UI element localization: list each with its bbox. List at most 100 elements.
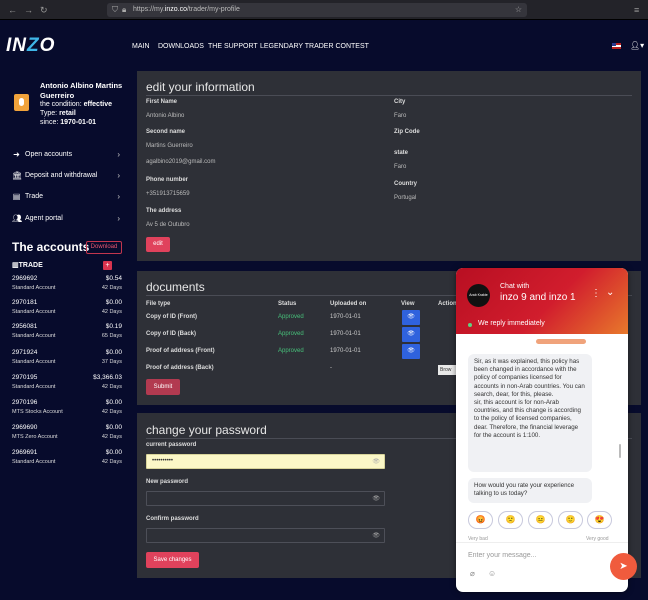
profile-since: since: 1970-01-01 bbox=[40, 119, 97, 126]
second-name-label: Second name bbox=[146, 129, 186, 135]
city-value[interactable]: Faro bbox=[394, 113, 406, 119]
rating-very-bad-button[interactable]: 😡 bbox=[468, 511, 493, 529]
col-uploaded: Uploaded on bbox=[330, 301, 367, 307]
sidebar-item-deposit-withdrawal[interactable]: 🏛︎ Deposit and withdrawal › bbox=[12, 168, 124, 182]
chart-icon: ▥ bbox=[12, 262, 19, 269]
nav-main[interactable]: MAIN bbox=[132, 43, 150, 50]
account-item[interactable]: 2970196 $0.00 MTS Stocks Account 42 Days bbox=[12, 399, 122, 423]
back-icon[interactable]: ← bbox=[8, 5, 17, 15]
profile-condition: the condition: effective bbox=[40, 101, 113, 108]
account-item[interactable]: 2969691 $0.00 Standard Account 42 Days bbox=[12, 449, 122, 473]
account-item[interactable]: 2969692 $0.54 Standard Account 42 Days bbox=[12, 275, 122, 299]
save-changes-button[interactable]: Save changes bbox=[146, 552, 199, 568]
chat-status-text: We reply immediately bbox=[478, 320, 545, 327]
browser-toolbar: ← → ↻ ⛉ 🔒︎ https://my.inzo.co/trader/my-… bbox=[0, 0, 648, 20]
lock-icon: 🔒︎ bbox=[122, 5, 127, 14]
document-icon: ▤ bbox=[12, 191, 21, 201]
email-value[interactable]: agalbino2019@gmail.com bbox=[146, 159, 215, 165]
chat-message-input[interactable]: Enter your message... bbox=[468, 552, 536, 559]
bank-icon: 🏛︎ bbox=[12, 170, 23, 180]
chat-header: Arab Krakte Chat with inzo 9 and inzo 1 … bbox=[456, 268, 628, 334]
inzo-logo[interactable]: INZO bbox=[6, 35, 55, 57]
edit-button[interactable]: edit bbox=[146, 237, 170, 252]
view-eye-icon[interactable]: 👁︎ bbox=[402, 310, 420, 325]
reload-icon[interactable]: ↻ bbox=[40, 5, 48, 15]
accounts-title: The accounts bbox=[12, 240, 90, 254]
view-eye-icon[interactable]: 👁︎ bbox=[402, 327, 420, 342]
edit-info-title: edit your information bbox=[146, 80, 255, 94]
rating-neutral-button[interactable]: 😐 bbox=[528, 511, 553, 529]
sidebar-item-trade[interactable]: ▤ Trade › bbox=[12, 189, 124, 203]
second-name-value[interactable]: Martins Guerreiro bbox=[146, 143, 193, 149]
profile-type: Type: retail bbox=[40, 110, 76, 117]
user-menu-icon[interactable]: 👤︎▾ bbox=[630, 41, 644, 50]
current-password-input[interactable]: •••••••••• 👁︎ bbox=[146, 454, 385, 469]
profile-name: Antonio Albino Martins Guerreiro bbox=[40, 81, 123, 100]
top-navigation: INZO MAIN DOWNLOADS THE SUPPORT LEGENDAR… bbox=[0, 20, 648, 68]
submit-button[interactable]: Submit bbox=[146, 379, 180, 395]
add-account-button[interactable]: + bbox=[103, 261, 112, 270]
eye-icon[interactable]: 👁︎ bbox=[372, 458, 380, 465]
shield-icon: ⛉ bbox=[112, 5, 118, 14]
address-label: The address bbox=[146, 208, 182, 214]
sidebar-item-label: Trade bbox=[25, 192, 44, 200]
browse-tooltip: Brow bbox=[438, 365, 456, 375]
download-button[interactable]: Download bbox=[86, 241, 122, 254]
eye-icon[interactable]: 👁︎ bbox=[372, 495, 380, 502]
nav-downloads[interactable]: DOWNLOADS bbox=[158, 43, 204, 50]
state-value[interactable]: Faro bbox=[394, 164, 406, 170]
first-name-label: First Name bbox=[146, 99, 178, 105]
address-bar[interactable]: ⛉ 🔒︎ https://my.inzo.co/trader/my-profil… bbox=[107, 3, 527, 17]
emoji-icon[interactable]: ☺ bbox=[488, 569, 496, 578]
chat-message: Sir, as it was explained, this policy ha… bbox=[468, 354, 592, 472]
country-label: Country bbox=[394, 181, 417, 187]
col-file-type: File type bbox=[146, 301, 171, 307]
nav-support[interactable]: THE SUPPORT bbox=[208, 43, 258, 50]
edit-info-panel: edit your information First Name Antonio… bbox=[137, 71, 641, 261]
chat-agent-avatar: Arab Krakte bbox=[467, 284, 490, 307]
view-eye-icon[interactable]: 👁︎ bbox=[402, 344, 420, 359]
country-value[interactable]: Portugal bbox=[394, 195, 416, 201]
chevron-right-icon: › bbox=[117, 191, 120, 201]
nav-trader-contest[interactable]: LEGENDARY TRADER CONTEST bbox=[260, 43, 369, 50]
new-password-input[interactable]: 👁︎ bbox=[146, 491, 385, 506]
bookmark-star-icon[interactable]: ☆ bbox=[515, 5, 522, 14]
rating-very-good-button[interactable]: 😍 bbox=[587, 511, 612, 529]
chat-rating-question: How would you rate your experience talki… bbox=[468, 478, 592, 503]
attachment-icon[interactable]: ⌀ bbox=[470, 569, 475, 578]
chat-with-label: Chat with bbox=[500, 283, 530, 290]
eye-icon[interactable]: 👁︎ bbox=[372, 532, 380, 539]
url-text: https://my.inzo.co/trader/my-profile bbox=[133, 6, 240, 13]
phone-label: Phone number bbox=[146, 177, 189, 183]
more-options-icon[interactable]: ⋮ bbox=[591, 288, 601, 299]
phone-value[interactable]: +351913715659 bbox=[146, 191, 190, 197]
rating-good-button[interactable]: 🙂 bbox=[558, 511, 583, 529]
account-item[interactable]: 2971924 $0.00 Standard Account 37 Days bbox=[12, 349, 122, 373]
chevron-right-icon: › bbox=[117, 170, 120, 180]
divider bbox=[146, 95, 632, 96]
zip-label: Zip Code bbox=[394, 129, 420, 135]
divider bbox=[456, 542, 628, 543]
address-value[interactable]: Av 5 de Outubro bbox=[146, 222, 190, 228]
sidebar-item-agent-portal[interactable]: 👥︎ Agent portal › bbox=[12, 211, 124, 225]
sidebar-item-label: Open accounts bbox=[25, 150, 73, 158]
chat-widget: Arab Krakte Chat with inzo 9 and inzo 1 … bbox=[456, 268, 628, 592]
account-item[interactable]: 2970181 $0.00 Standard Account 42 Days bbox=[12, 299, 122, 323]
confirm-password-input[interactable]: 👁︎ bbox=[146, 528, 385, 543]
forward-icon[interactable]: → bbox=[24, 5, 33, 15]
sidebar-item-label: Agent portal bbox=[25, 214, 63, 222]
new-password-label: New password bbox=[146, 479, 189, 485]
rating-bad-button[interactable]: 🙁 bbox=[498, 511, 523, 529]
send-button[interactable]: ➤ bbox=[610, 553, 637, 580]
browser-menu-icon[interactable]: ≡ bbox=[634, 5, 639, 15]
sidebar-item-label: Deposit and withdrawal bbox=[25, 171, 98, 179]
sidebar-item-open-accounts[interactable]: ➜ Open accounts › bbox=[12, 147, 124, 161]
chevron-down-icon[interactable]: ⌄ bbox=[606, 287, 614, 298]
account-item[interactable]: 2956081 $0.19 Standard Account 65 Days bbox=[12, 323, 122, 347]
chat-scrollbar[interactable] bbox=[619, 444, 621, 458]
chevron-right-icon: › bbox=[117, 213, 120, 223]
first-name-value[interactable]: Antonio Albino bbox=[146, 113, 184, 119]
account-item[interactable]: 2970195 $3,366.03 Standard Account 42 Days bbox=[12, 374, 122, 398]
account-item[interactable]: 2969690 $0.00 MTS Zero Account 42 Days bbox=[12, 424, 122, 448]
us-flag-icon[interactable] bbox=[612, 43, 621, 49]
